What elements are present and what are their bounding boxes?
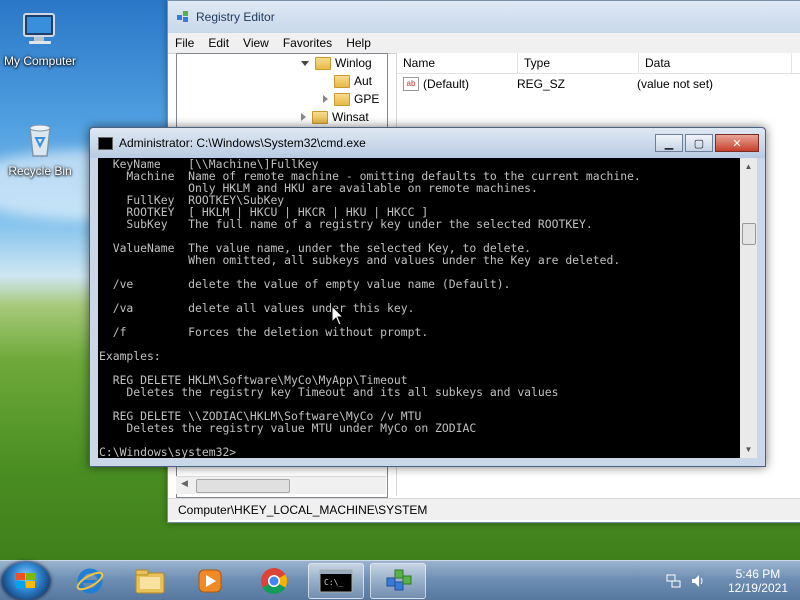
console-line: When omitted, all subkeys and values und… bbox=[99, 253, 621, 267]
console-line: C:\Windows\system32> bbox=[99, 445, 237, 458]
cmd-window: Administrator: C:\Windows\System32\cmd.e… bbox=[89, 127, 766, 467]
recycle-bin-icon bbox=[20, 120, 60, 160]
registry-editor-app-icon bbox=[176, 10, 190, 24]
column-header-type[interactable]: Type bbox=[518, 53, 639, 73]
menu-view[interactable]: View bbox=[236, 36, 276, 50]
expand-arrow-icon[interactable] bbox=[301, 60, 309, 66]
taskbar-file-explorer[interactable] bbox=[122, 563, 178, 599]
tree-item-gpe[interactable]: GPE bbox=[323, 90, 379, 108]
console-vertical-scrollbar[interactable]: ▲ ▼ bbox=[740, 158, 757, 458]
column-header-name[interactable]: Name bbox=[397, 53, 518, 73]
tree-horizontal-scrollbar[interactable]: ◀ bbox=[176, 476, 386, 494]
tree-item-winsat[interactable]: Winsat bbox=[301, 108, 369, 126]
value-name: (Default) bbox=[423, 77, 470, 91]
tree-item-label: Winsat bbox=[332, 110, 369, 124]
clock-time: 5:46 PM bbox=[735, 567, 781, 581]
minimize-button[interactable]: ▁ bbox=[655, 134, 683, 152]
registry-editor-title: Registry Editor bbox=[196, 10, 275, 24]
console-line: SubKey The full name of a registry key u… bbox=[99, 217, 593, 231]
taskbar-internet-explorer[interactable] bbox=[62, 563, 118, 599]
internet-explorer-icon bbox=[76, 568, 104, 594]
tree-item-aut[interactable]: Aut bbox=[323, 72, 372, 90]
folder-icon bbox=[135, 569, 165, 594]
maximize-icon: ▢ bbox=[693, 137, 705, 150]
volume-icon[interactable] bbox=[690, 573, 706, 592]
clock-date: 12/19/2021 bbox=[727, 581, 788, 595]
network-icon[interactable] bbox=[666, 573, 682, 592]
desktop-icon-label: My Computer bbox=[3, 54, 77, 68]
console-line: Deletes the registry key Timeout and its… bbox=[99, 385, 559, 399]
scroll-left-icon[interactable]: ◀ bbox=[181, 478, 188, 489]
console-line: Examples: bbox=[99, 349, 161, 363]
status-bar: Computer\HKEY_LOCAL_MACHINE\SYSTEM bbox=[168, 498, 800, 520]
menu-edit[interactable]: Edit bbox=[201, 36, 236, 50]
scrollbar-thumb[interactable] bbox=[196, 479, 290, 493]
scroll-up-icon[interactable]: ▲ bbox=[740, 158, 757, 175]
console-line: /va delete all values under this key. bbox=[99, 301, 415, 315]
clock[interactable]: 5:46 PM 12/19/2021 bbox=[728, 567, 788, 595]
desktop-icon-my-computer[interactable]: My Computer bbox=[0, 10, 80, 68]
taskbar: C:\_ 5:46 PM 12/19/2021 bbox=[0, 560, 800, 600]
cmd-app-icon bbox=[98, 136, 113, 150]
start-button[interactable] bbox=[2, 562, 50, 600]
minimize-icon: ▁ bbox=[664, 137, 674, 150]
collapse-arrow-icon[interactable] bbox=[323, 95, 328, 103]
string-value-icon: ab bbox=[403, 77, 419, 91]
desktop: My Computer Recycle Bin Registry Editor … bbox=[0, 0, 800, 600]
folder-icon bbox=[334, 92, 350, 106]
value-type: REG_SZ bbox=[517, 77, 566, 91]
chrome-icon bbox=[261, 568, 288, 595]
registry-editor-menubar: File Edit View Favorites Help bbox=[168, 33, 800, 54]
window-controls: ▁ ▢ ✕ bbox=[653, 134, 759, 152]
tree-item-label: Aut bbox=[354, 74, 373, 88]
desktop-icon-recycle-bin[interactable]: Recycle Bin bbox=[0, 120, 80, 178]
collapse-arrow-icon[interactable] bbox=[301, 113, 306, 121]
windows-logo-icon bbox=[16, 573, 35, 588]
console-output[interactable]: KeyName [\\Machine\]FullKey Machine Name… bbox=[98, 158, 741, 458]
value-data: (value not set) bbox=[637, 77, 714, 91]
menu-help[interactable]: Help bbox=[339, 36, 378, 50]
values-header: Name Type Data bbox=[397, 53, 800, 74]
computer-icon bbox=[20, 10, 60, 50]
svg-text:C:\_: C:\_ bbox=[324, 578, 343, 587]
desktop-icon-label: Recycle Bin bbox=[8, 164, 72, 178]
taskbar-registry-editor[interactable] bbox=[370, 563, 426, 599]
media-player-icon bbox=[198, 569, 222, 593]
scroll-down-icon[interactable]: ▼ bbox=[740, 441, 757, 458]
console-line: /f Forces the deletion without prompt. bbox=[99, 325, 429, 339]
registry-editor-icon bbox=[386, 569, 412, 591]
scrollbar-thumb[interactable] bbox=[742, 223, 756, 245]
registry-editor-titlebar[interactable]: Registry Editor bbox=[168, 1, 800, 33]
menu-file[interactable]: File bbox=[168, 36, 201, 50]
value-name-cell: ab (Default) bbox=[397, 77, 517, 91]
mouse-cursor-icon bbox=[331, 305, 345, 326]
cmd-icon: C:\_ bbox=[319, 569, 353, 593]
taskbar-chrome[interactable] bbox=[246, 563, 302, 599]
tree-item-label: GPE bbox=[354, 92, 380, 106]
close-icon: ✕ bbox=[732, 137, 742, 150]
tree-item-winlogon[interactable]: Winlog bbox=[301, 54, 372, 72]
cmd-title: Administrator: C:\Windows\System32\cmd.e… bbox=[119, 136, 366, 150]
column-header-data[interactable]: Data bbox=[639, 53, 792, 73]
tree-item-label: Winlog bbox=[335, 56, 372, 70]
menu-favorites[interactable]: Favorites bbox=[276, 36, 339, 50]
taskbar-media-player[interactable] bbox=[182, 563, 238, 599]
status-path: Computer\HKEY_LOCAL_MACHINE\SYSTEM bbox=[178, 502, 428, 517]
close-button[interactable]: ✕ bbox=[715, 134, 759, 152]
taskbar-cmd[interactable]: C:\_ bbox=[308, 563, 364, 599]
console-line: /ve delete the value of empty value name… bbox=[99, 277, 511, 291]
maximize-button[interactable]: ▢ bbox=[685, 134, 713, 152]
folder-icon bbox=[312, 110, 328, 124]
folder-icon bbox=[315, 56, 331, 70]
folder-icon bbox=[334, 74, 350, 88]
table-row[interactable]: ab (Default) REG_SZ (value not set) bbox=[397, 74, 800, 94]
console-line: Deletes the registry value MTU under MyC… bbox=[99, 421, 477, 435]
